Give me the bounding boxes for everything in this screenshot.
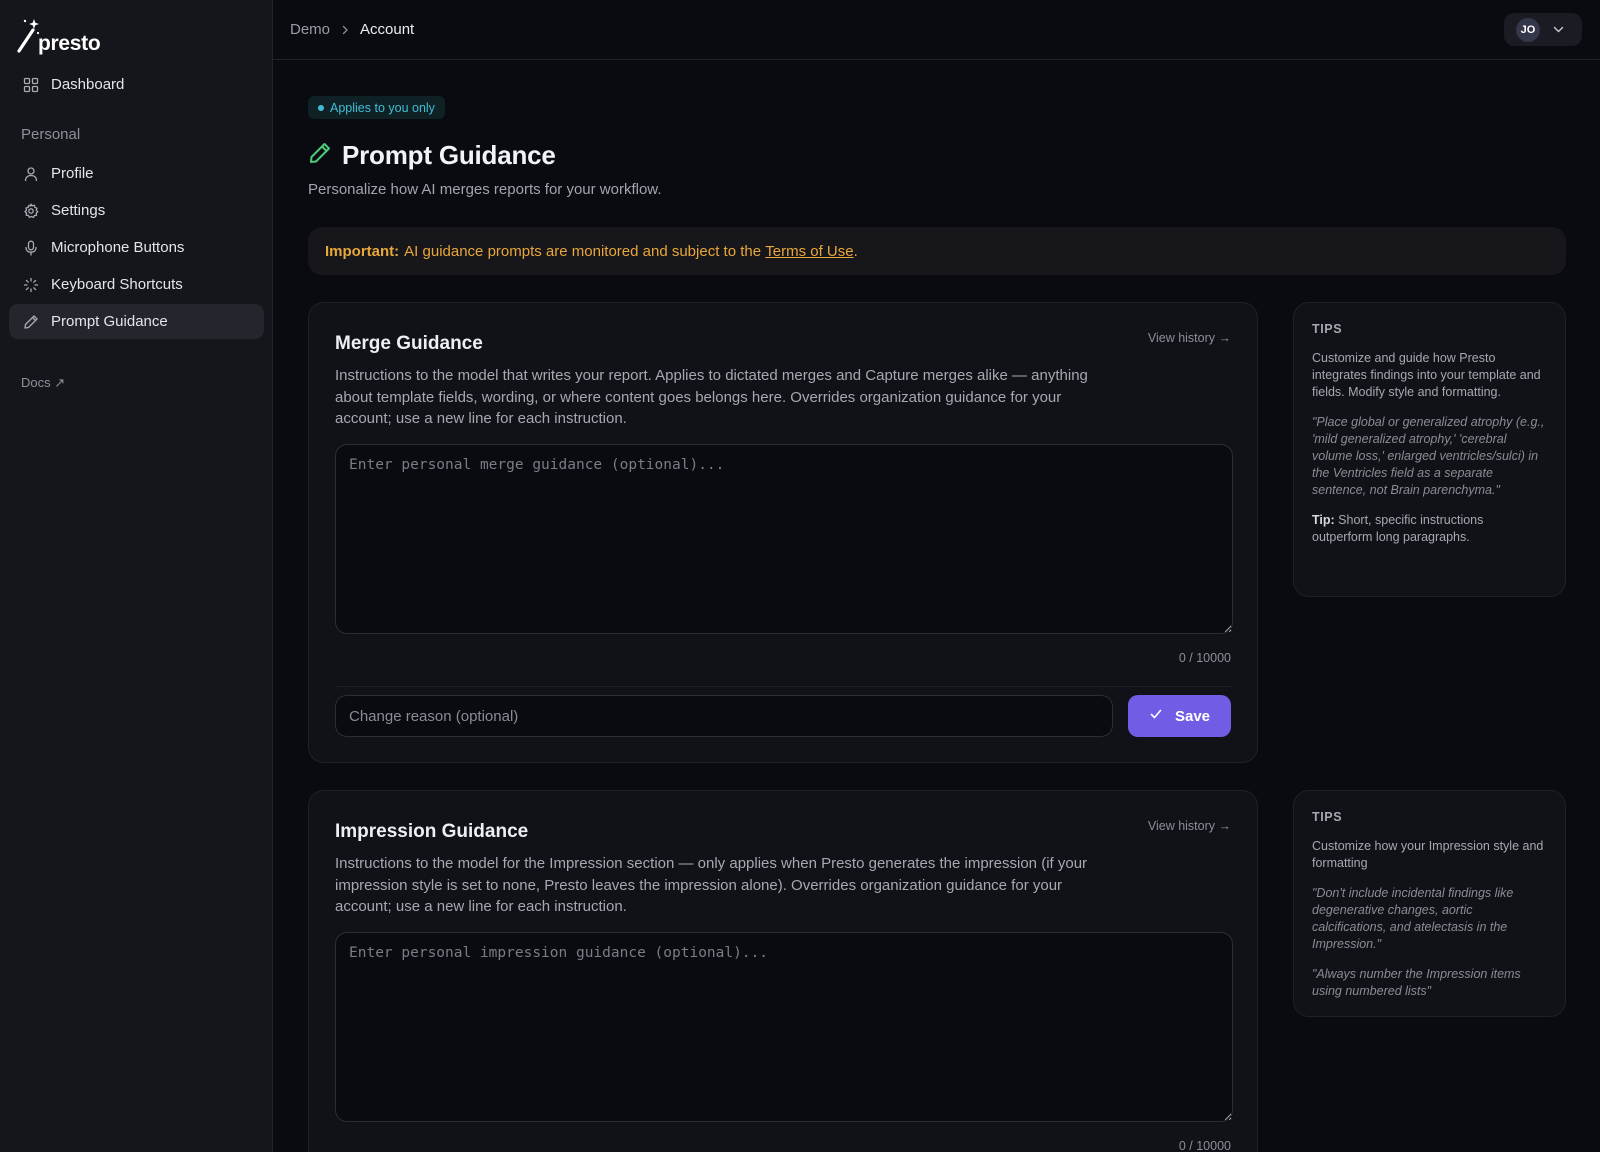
page-title: Prompt Guidance — [308, 140, 556, 171]
merge-guidance-textarea[interactable] — [335, 444, 1233, 634]
sidebar-item-label: Dashboard — [51, 76, 125, 93]
sidebar: presto Dashboard Personal Profile Settin… — [0, 0, 273, 1152]
sidebar-item-microphone-buttons[interactable]: Microphone Buttons — [9, 230, 264, 265]
tips-example-quote: "Always number the Impression items usin… — [1312, 967, 1521, 998]
tips-example-quote: "Don't include incidental findings like … — [1312, 886, 1514, 951]
gear-icon — [22, 202, 40, 220]
page-title-text: Prompt Guidance — [342, 140, 556, 170]
merge-guidance-card: Merge Guidance View history → Instructio… — [308, 302, 1258, 763]
sidebar-item-label: Settings — [51, 202, 106, 219]
user-menu-button[interactable]: JO — [1504, 13, 1582, 46]
tips-tip: Tip: Short, specific instructions outper… — [1312, 512, 1547, 546]
scope-badge: Applies to you only — [308, 96, 445, 119]
terms-of-use-link[interactable]: Terms of Use — [765, 243, 853, 260]
sidebar-item-label: Profile — [51, 165, 94, 182]
logo[interactable]: presto — [16, 16, 101, 55]
sidebar-item-prompt-guidance[interactable]: Prompt Guidance — [9, 304, 264, 339]
alert-text: AI guidance prompts are monitored and su… — [404, 242, 762, 260]
docs-link[interactable]: Docs ↗ — [21, 375, 65, 391]
impression-guidance-description: Instructions to the model for the Impres… — [335, 855, 1088, 915]
microphone-icon — [22, 239, 40, 257]
user-icon — [22, 165, 40, 183]
pencil-icon — [22, 313, 40, 331]
sidebar-item-label: Keyboard Shortcuts — [51, 276, 183, 293]
topbar: Demo Account JO — [273, 0, 1600, 60]
merge-guidance-title: Merge Guidance — [335, 333, 483, 354]
magic-wand-icon — [17, 19, 40, 53]
tips-body: Customize how your Impression style and … — [1312, 839, 1544, 870]
pencil-icon — [308, 141, 332, 170]
merge-view-history-link[interactable]: View history → — [1148, 331, 1231, 345]
tip-text: Short, specific instructions outperform … — [1312, 513, 1484, 544]
save-label: Save — [1174, 707, 1211, 725]
merge-divider — [335, 686, 1233, 687]
tips-example-quote: "Place global or generalized atrophy (e.… — [1312, 415, 1545, 497]
badge-text: Applies to you only — [330, 100, 435, 115]
merge-guidance-description: Instructions to the model that writes yo… — [335, 367, 1088, 427]
merge-tips-panel: TIPS Customize and guide how Presto inte… — [1293, 302, 1566, 597]
sidebar-item-profile[interactable]: Profile — [9, 156, 264, 191]
impression-guidance-textarea[interactable] — [335, 932, 1233, 1122]
impression-view-history-link[interactable]: View history → — [1148, 819, 1231, 833]
check-icon — [1149, 707, 1163, 725]
impression-char-counter: 0 / 10000 — [1178, 1139, 1231, 1152]
alert-label: Important: — [325, 242, 400, 260]
sidebar-item-dashboard[interactable]: Dashboard — [9, 67, 264, 102]
tips-body: Customize and guide how Presto integrate… — [1312, 351, 1541, 399]
impression-guidance-card: Impression Guidance View history → Instr… — [308, 790, 1258, 1152]
merge-change-reason-input[interactable] — [335, 695, 1113, 737]
breadcrumb-account: Account — [360, 21, 415, 38]
tip-label: Tip: — [1312, 513, 1335, 527]
impression-guidance-title: Impression Guidance — [335, 821, 529, 842]
merge-save-button[interactable]: Save — [1128, 695, 1231, 737]
alert-suffix: . — [853, 242, 858, 260]
page-subtitle: Personalize how AI merges reports for yo… — [308, 181, 662, 198]
breadcrumb-demo[interactable]: Demo — [290, 21, 330, 38]
grid-icon — [22, 76, 40, 94]
sidebar-item-keyboard-shortcuts[interactable]: Keyboard Shortcuts — [9, 267, 264, 302]
status-dot — [318, 104, 324, 111]
loader-icon — [22, 276, 40, 294]
sidebar-item-label: Microphone Buttons — [51, 239, 185, 256]
sidebar-item-label: Prompt Guidance — [51, 313, 168, 330]
chevron-right-icon — [340, 25, 350, 35]
tips-label: TIPS — [1312, 810, 1343, 824]
tips-label: TIPS — [1312, 322, 1343, 336]
avatar: JO — [1516, 17, 1540, 42]
terms-alert: Important: AI guidance prompts are monit… — [308, 227, 1566, 275]
merge-char-counter: 0 / 10000 — [1178, 651, 1231, 665]
chevron-down-icon — [1552, 23, 1565, 36]
sidebar-item-settings[interactable]: Settings — [9, 193, 264, 228]
impression-tips-panel: TIPS Customize how your Impression style… — [1293, 790, 1566, 1017]
sidebar-section-personal: Personal — [21, 126, 81, 143]
app-name: presto — [38, 32, 101, 55]
